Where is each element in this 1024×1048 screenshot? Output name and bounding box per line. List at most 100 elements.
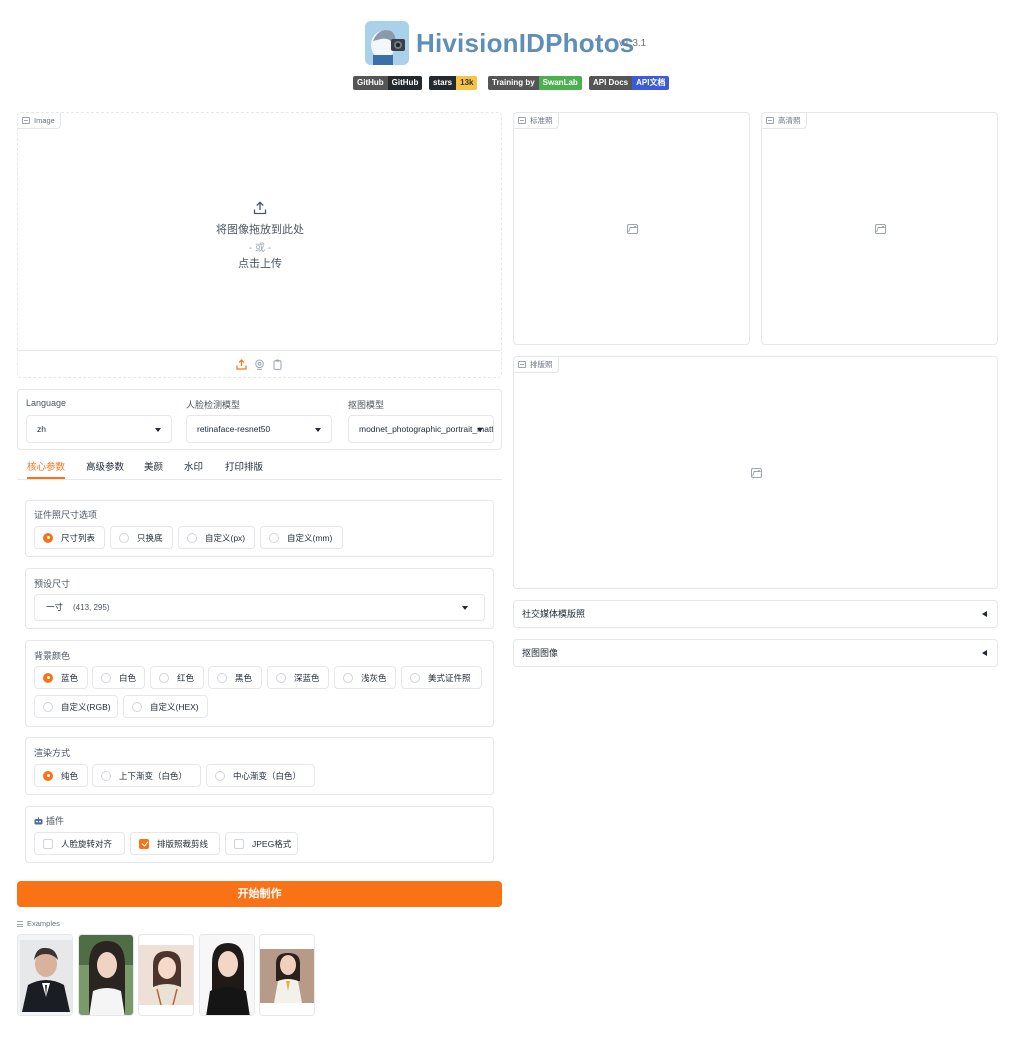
app-version: v1.3.1 bbox=[619, 38, 647, 49]
model-settings-panel: Language zh 人脸检测模型 retinaface-resnet50 抠… bbox=[17, 389, 502, 450]
checkbox-icon bbox=[43, 838, 53, 849]
checkbox-icon bbox=[234, 838, 244, 849]
radio-icon bbox=[43, 672, 53, 683]
render-mode-title: 渲染方式 bbox=[34, 748, 71, 758]
radio-icon bbox=[43, 532, 53, 543]
example-thumbnail[interactable] bbox=[78, 934, 134, 1016]
example-thumbnail[interactable] bbox=[199, 934, 255, 1016]
stars-badge[interactable]: stars 13k bbox=[429, 76, 478, 90]
render-vertical-gradient[interactable]: 上下渐变（白色） bbox=[92, 764, 201, 787]
tab-print-layout[interactable]: 打印排版 bbox=[225, 460, 263, 479]
size-option-group: 证件照尺寸选项 尺寸列表 只换底 自定义(px) 自定义(mm) bbox=[25, 500, 494, 557]
parameter-tabs: 核心参数 高级参数 美颜 水印 打印排版 bbox=[17, 458, 502, 480]
chevron-down-icon bbox=[155, 428, 161, 432]
social-template-accordion[interactable]: 社交媒体模版照 bbox=[513, 600, 998, 628]
image-upload-label: Image bbox=[18, 113, 61, 129]
size-option-background-only[interactable]: 只换底 bbox=[110, 526, 173, 549]
tab-core[interactable]: 核心参数 bbox=[27, 460, 66, 479]
badge-left: GitHub bbox=[353, 76, 388, 90]
api-docs-badge[interactable]: API Docs API文档 bbox=[589, 76, 670, 90]
upload-icon bbox=[253, 201, 267, 215]
image-upload-area[interactable]: Image 将图像拖放到此处 - 或 - 点击上传 bbox=[17, 112, 502, 378]
upload-drop-text: 将图像拖放到此处 bbox=[216, 224, 304, 236]
radio-icon bbox=[410, 672, 420, 683]
badge-row: GitHub GitHub stars 13k Training by Swan… bbox=[0, 76, 1024, 90]
render-center-gradient[interactable]: 中心渐变（白色） bbox=[206, 764, 315, 787]
preset-size-group: 预设尺寸 一寸 (413, 295) bbox=[25, 568, 494, 629]
radio-icon bbox=[43, 701, 53, 712]
bg-color-light-gray[interactable]: 浅灰色 bbox=[334, 666, 396, 689]
checkbox-icon bbox=[139, 838, 149, 849]
matting-model-label: 抠图模型 bbox=[348, 400, 385, 410]
examples-label: Examples bbox=[17, 919, 60, 928]
image-icon bbox=[518, 117, 526, 124]
upload-click-text: 点击上传 bbox=[238, 258, 282, 270]
bg-color-custom-hex[interactable]: 自定义(HEX) bbox=[123, 695, 208, 718]
start-button[interactable]: 开始制作 bbox=[17, 881, 502, 907]
badge-left: Training by bbox=[488, 76, 539, 90]
radio-icon bbox=[119, 532, 129, 543]
standard-photo-label: 标准照 bbox=[514, 113, 559, 129]
bg-color-blue[interactable]: 蓝色 bbox=[34, 666, 88, 689]
radio-icon bbox=[269, 532, 279, 543]
size-option-custom-mm[interactable]: 自定义(mm) bbox=[260, 526, 343, 549]
radio-icon bbox=[343, 672, 353, 683]
app-logo bbox=[365, 21, 409, 65]
plugins-group: 插件 人脸旋转对齐 排版照裁剪线 JPEG格式 bbox=[25, 806, 494, 863]
github-badge[interactable]: GitHub GitHub bbox=[353, 76, 423, 90]
preset-size-select[interactable]: 一寸 (413, 295) bbox=[34, 594, 485, 621]
collapse-arrow-icon bbox=[982, 611, 987, 617]
badge-right: 13k bbox=[456, 76, 478, 90]
size-option-list[interactable]: 尺寸列表 bbox=[34, 526, 105, 549]
badge-right: SwanLab bbox=[538, 76, 582, 90]
plugin-crop-line[interactable]: 排版照裁剪线 bbox=[130, 832, 220, 855]
upload-or-text: - 或 - bbox=[248, 243, 272, 254]
matting-model-select[interactable]: modnet_photographic_portrait_matting bbox=[348, 415, 494, 443]
tab-advanced[interactable]: 高级参数 bbox=[86, 460, 124, 479]
language-label: Language bbox=[26, 398, 67, 408]
plugin-face-align[interactable]: 人脸旋转对齐 bbox=[34, 832, 125, 855]
upload-source-icon[interactable] bbox=[236, 358, 247, 370]
size-option-custom-px[interactable]: 自定义(px) bbox=[178, 526, 255, 549]
background-color-title: 背景颜色 bbox=[34, 651, 71, 661]
language-select[interactable]: zh bbox=[26, 415, 172, 443]
example-thumbnail[interactable] bbox=[259, 934, 315, 1016]
radio-icon bbox=[43, 770, 53, 781]
list-icon bbox=[17, 920, 23, 927]
bg-color-dark-blue[interactable]: 深蓝色 bbox=[267, 666, 329, 689]
plugins-title: 插件 bbox=[34, 814, 64, 827]
plugin-jpeg-format[interactable]: JPEG格式 bbox=[225, 832, 298, 855]
robot-icon bbox=[34, 816, 43, 824]
example-thumbnail[interactable] bbox=[17, 934, 73, 1016]
collapse-arrow-icon bbox=[982, 650, 987, 656]
bg-color-custom-rgb[interactable]: 自定义(RGB) bbox=[34, 695, 118, 718]
app-header: HivisionIDPhotos v1.3.1 bbox=[0, 20, 1024, 66]
bg-color-red[interactable]: 红色 bbox=[150, 666, 204, 689]
layout-photo-label: 排版照 bbox=[514, 357, 559, 373]
preset-size-title: 预设尺寸 bbox=[34, 579, 71, 589]
render-mode-group: 渲染方式 纯色 上下渐变（白色） 中心渐变（白色） bbox=[25, 737, 494, 795]
app-title: HivisionIDPhotos bbox=[416, 28, 635, 58]
face-model-select[interactable]: retinaface-resnet50 bbox=[186, 415, 332, 443]
radio-icon bbox=[159, 672, 169, 683]
hd-photo-output: 高清照 bbox=[761, 112, 998, 345]
tab-watermark[interactable]: 水印 bbox=[184, 460, 203, 479]
bg-color-white[interactable]: 白色 bbox=[92, 666, 145, 689]
swanlab-badge[interactable]: Training by SwanLab bbox=[488, 76, 582, 90]
badge-right: API文档 bbox=[632, 76, 670, 90]
hd-photo-label: 高清照 bbox=[762, 113, 807, 129]
chevron-down-icon bbox=[477, 428, 483, 432]
badge-left: API Docs bbox=[589, 76, 633, 90]
bg-color-black[interactable]: 黑色 bbox=[208, 666, 262, 689]
example-thumbnail[interactable] bbox=[138, 934, 194, 1016]
render-solid[interactable]: 纯色 bbox=[34, 764, 88, 787]
matting-image-accordion[interactable]: 抠图图像 bbox=[513, 639, 998, 667]
chevron-down-icon bbox=[315, 428, 321, 432]
upload-dropzone[interactable]: 将图像拖放到此处 - 或 - 点击上传 bbox=[18, 201, 502, 271]
size-option-title: 证件照尺寸选项 bbox=[34, 510, 98, 520]
webcam-icon[interactable] bbox=[254, 359, 265, 370]
clipboard-icon[interactable] bbox=[272, 359, 283, 370]
tab-beauty[interactable]: 美颜 bbox=[144, 460, 163, 479]
radio-icon bbox=[217, 672, 227, 683]
bg-color-us-id[interactable]: 美式证件照 bbox=[401, 666, 482, 689]
